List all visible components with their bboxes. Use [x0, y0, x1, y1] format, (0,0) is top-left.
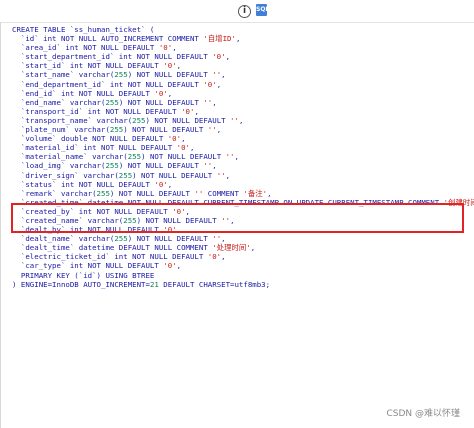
- code-line: PRIMARY KEY (`id`) USING BTREE: [12, 270, 155, 280]
- code-line: `material_name` varchar(255) NOT NULL DE…: [12, 152, 239, 162]
- code-line: ) ENGINE=InnoDB AUTO_INCREMENT=21 DEFAUL…: [12, 279, 271, 289]
- code-line: `dealt_name` varchar(255) NOT NULL DEFAU…: [12, 234, 226, 244]
- code-line: `area_id` int NOT NULL DEFAULT '0',: [12, 43, 177, 53]
- code-line: `car_type` int NOT NULL DEFAULT '0',: [12, 261, 182, 271]
- code-line: `electric_ticket_id` int NOT NULL DEFAUL…: [12, 252, 226, 262]
- code-line: `driver_sign` varchar(255) NOT NULL DEFA…: [12, 170, 231, 180]
- code-line: `id` int NOT NULL AUTO_INCREMENT COMMENT…: [12, 34, 241, 44]
- sql-code-block: CREATE TABLE `ss_human_ticket` ( `id` in…: [12, 25, 474, 289]
- code-icon[interactable]: SQL: [256, 4, 269, 16]
- watermark: CSDN @难以怀瑾: [386, 409, 460, 419]
- code-line: `load_img` varchar(255) NOT NULL DEFAULT…: [12, 161, 217, 171]
- code-line: `start_name` varchar(255) NOT NULL DEFAU…: [12, 70, 226, 80]
- code-line: `transport_name` varchar(255) NOT NULL D…: [12, 115, 244, 125]
- code-line: CREATE TABLE `ss_human_ticket` (: [12, 25, 155, 34]
- code-line: `transport_id` int NOT NULL DEFAULT '0',: [12, 106, 199, 116]
- code-line: `end_department_id` int NOT NULL DEFAULT…: [12, 79, 222, 89]
- code-line: `material_id` int NOT NULL DEFAULT '0',: [12, 143, 195, 153]
- info-icon[interactable]: i: [238, 5, 251, 18]
- highlight-box: [11, 203, 464, 233]
- code-line: `plate_num` varchar(255) NOT NULL DEFAUL…: [12, 125, 222, 135]
- code-line: `end_name` varchar(255) NOT NULL DEFAULT…: [12, 97, 217, 107]
- code-line: `start_department_id` int NOT NULL DEFAU…: [12, 52, 231, 62]
- code-line: `end_id` int NOT NULL DEFAULT '0',: [12, 88, 173, 98]
- code-line: `volume` double NOT NULL DEFAULT '0',: [12, 134, 186, 144]
- code-line: `status` int NOT NULL DEFAULT '0',: [12, 179, 173, 189]
- code-line: `dealt_time` datetime DEFAULT NULL COMME…: [12, 243, 256, 253]
- code-line: `start_id` int NOT NULL DEFAULT '0',: [12, 61, 182, 71]
- sql-editor[interactable]: CREATE TABLE `ss_human_ticket` ( `id` in…: [0, 22, 474, 428]
- code-line: `remark` varchar(255) NOT NULL DEFAULT '…: [12, 188, 272, 198]
- editor-toolbar: i SQL: [0, 0, 474, 23]
